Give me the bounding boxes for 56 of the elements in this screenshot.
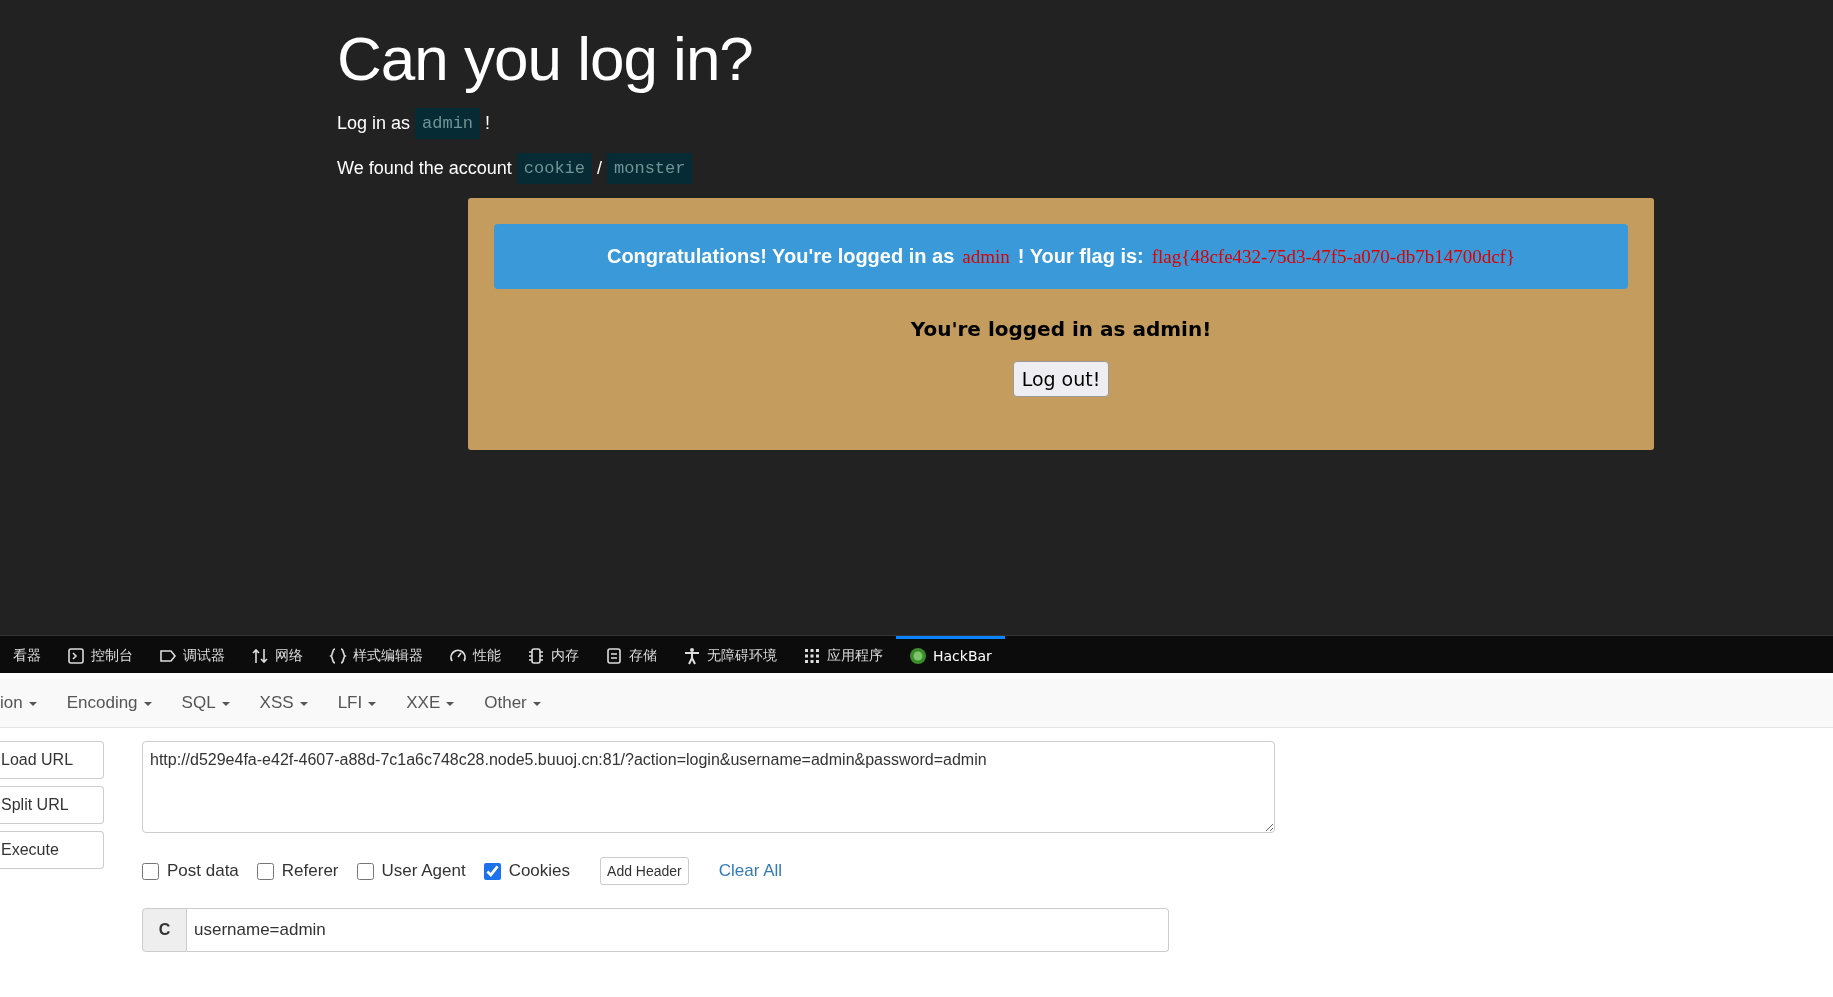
congrats-text: Congratulations! You're logged in as [606,245,955,268]
round-logo-icon [909,647,927,665]
exclamation-text: ! [485,113,491,134]
action-button[interactable]: Execute [0,831,104,869]
username-code: admin [962,245,1010,268]
checkbox-label: Referer [281,861,339,881]
devtools-tab[interactable]: 调试器 [146,636,238,673]
terminal-icon [67,647,85,665]
page-title: Can you log in? [337,23,754,95]
arrows-icon [251,647,269,665]
checkbox[interactable] [142,862,159,880]
devtools-tab[interactable]: 内存 [514,636,592,673]
drawer-icon [605,647,623,665]
cookie-field[interactable]: username=admin [187,908,1169,952]
checkbox-label: Post data [167,861,239,881]
action-button[interactable]: Load URL [0,741,104,779]
menu-dropdown[interactable]: XSS [259,693,308,713]
url-field[interactable]: http://d529e4fa-e42f-4607-a88d-7c1a6c748c28.node5.buuoj.cn:81/?action=login&username=admin&password=admin [142,741,1275,833]
person-icon [683,647,701,665]
password-code: monster [607,153,693,184]
checkbox-label: Cookies [508,861,571,881]
devtools-tab[interactable]: 控制台 [54,636,146,673]
field-prefix: C [142,908,187,952]
menu-dropdown[interactable]: ion [0,693,37,713]
devtools-tab[interactable]: 性能 [436,636,514,673]
menu-dropdown[interactable]: LFI [337,693,377,713]
menu-dropdown[interactable]: Other [484,693,541,713]
account-text: We found the account [337,158,512,179]
devtools-tab[interactable]: 看器 [0,636,54,673]
username-code: admin [415,108,481,139]
slash-text: / [597,158,603,179]
login-text: Log in as [337,113,411,134]
checkbox[interactable] [256,862,274,880]
devtools-tab[interactable]: 样式编辑器 [316,636,436,673]
braces-icon [329,647,347,665]
flag-code: flag{48cfe432-75d3-47f5-a070-db7b14700dcf} [1151,245,1516,268]
devtools-tab[interactable]: 存储 [592,636,670,673]
add-header-button[interactable]: Add Header [600,857,689,885]
flag-label: ! Your flag is: [1017,245,1144,268]
devtools-tab[interactable]: 网络 [238,636,316,673]
menu-dropdown[interactable]: XXE [406,693,455,713]
action-button[interactable]: Split URL [0,786,104,824]
tag-icon [159,647,177,665]
logout-button[interactable]: Log out! [1012,361,1110,397]
chip-icon [527,647,545,665]
menu-dropdown[interactable]: Encoding [66,693,152,713]
checkbox[interactable] [356,862,374,880]
devtools-tab[interactable]: 无障碍环境 [670,636,790,673]
status-text: You're logged in as admin! [910,317,1212,341]
clear-all-link[interactable]: Clear All [718,861,783,881]
checkbox-label: User Agent [381,861,466,881]
grid-icon [803,647,821,665]
username-code: cookie [516,153,592,184]
checkbox[interactable] [483,862,501,880]
menu-dropdown[interactable]: SQL [181,693,230,713]
devtools-tab[interactable]: 应用程序 [790,636,896,673]
